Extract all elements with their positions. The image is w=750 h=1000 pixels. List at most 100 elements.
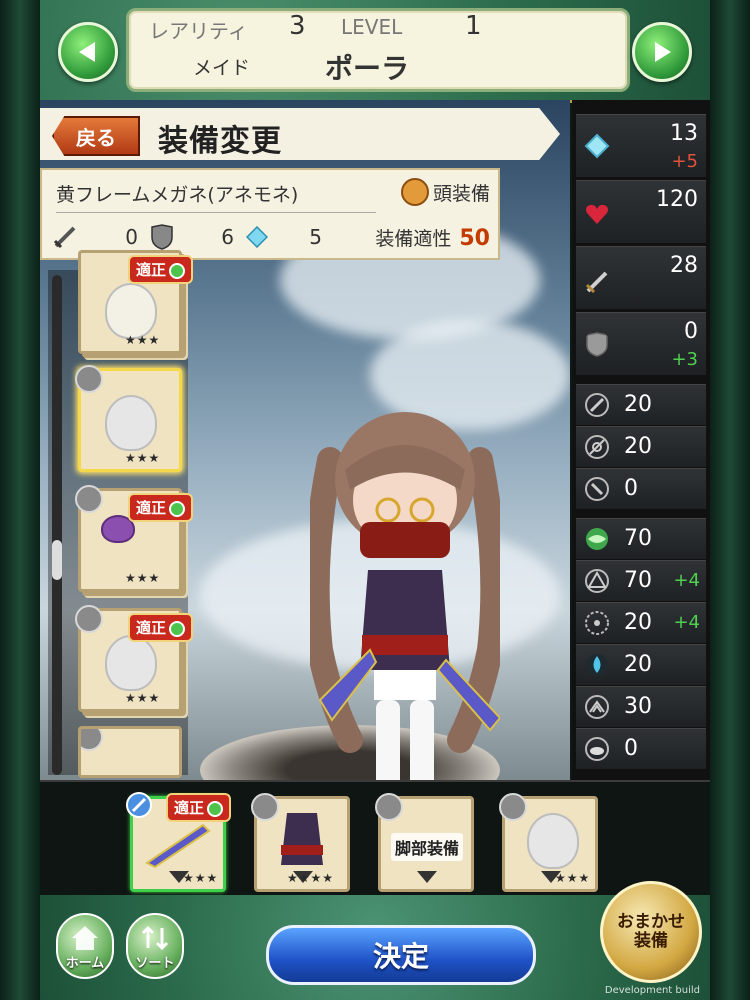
- equipped-slot-body[interactable]: ★★★★: [251, 793, 350, 892]
- heart-icon: [586, 204, 608, 224]
- stat-value: 20: [624, 652, 652, 677]
- decide-button[interactable]: 決定: [266, 925, 536, 985]
- sword-icon: [53, 226, 76, 249]
- slot-type-label: 頭装備: [432, 182, 490, 205]
- previous-character-button[interactable]: [58, 22, 118, 82]
- equipped-slots-bar: 適正 ★★★ ★★★★ 脚部装備 ★★★: [40, 780, 710, 897]
- stat-value: 0: [624, 476, 638, 501]
- home-icon: [72, 926, 98, 950]
- divider: [56, 212, 376, 213]
- equipment-detail-panel: 黄フレームメガネ(アネモネ) 頭装備 0 6 5 装備適性 50: [40, 168, 500, 260]
- title-bar: 戻る 装備変更: [40, 108, 560, 160]
- rarity-stars: ★★★: [183, 871, 219, 885]
- glasses-item-icon: [105, 395, 157, 451]
- right-frame: [710, 0, 750, 1000]
- defense-value: 6: [221, 225, 234, 249]
- slot-circle-icon: [375, 793, 403, 821]
- rarity-value: 3: [289, 11, 306, 41]
- light-element-icon: [585, 611, 609, 635]
- inventory-item[interactable]: 適正 ★★★: [75, 605, 193, 712]
- rarity-stars: ★★★: [125, 451, 161, 465]
- stat-value: 0: [684, 319, 698, 344]
- cap-item-icon: [105, 635, 157, 691]
- dark-element-icon: [585, 695, 609, 719]
- home-button[interactable]: ホーム: [56, 913, 114, 979]
- footer-bar: ホーム ソート 決定 おまかせ 装備 Development build: [40, 881, 710, 1000]
- inventory-scrollbar[interactable]: [52, 275, 62, 775]
- sort-button[interactable]: ソート: [126, 913, 184, 979]
- back-button[interactable]: 戻る: [52, 116, 140, 156]
- rarity-stars: ★★★: [125, 691, 161, 705]
- maid-outfit-item-icon: [281, 813, 323, 865]
- fit-value: 50: [459, 226, 490, 251]
- character-name: ポーラ: [325, 52, 410, 85]
- character-header: レアリティ 3 LEVEL 1 メイド ポーラ: [40, 0, 710, 103]
- stat-value: 120: [656, 187, 698, 212]
- head-slot-icon: [400, 178, 429, 206]
- stat-earth-element: 70 +4: [576, 560, 706, 601]
- equipment-stats: 0 6 5: [52, 224, 322, 250]
- fit-indicator-icon: [207, 800, 223, 817]
- stat-value: 20: [624, 434, 652, 459]
- equipped-slot-legs[interactable]: 脚部装備: [375, 793, 474, 892]
- equipped-slot-weapon[interactable]: 適正 ★★★: [126, 792, 231, 892]
- dagger-item-icon: [145, 823, 211, 869]
- stat-pierce-resist: 20: [576, 426, 706, 467]
- sort-icon: [141, 925, 169, 951]
- character-model: [310, 412, 500, 780]
- auto-equip-label-2: 装備: [634, 931, 668, 951]
- slot-circle-icon: [75, 485, 103, 513]
- fit-indicator-icon: [169, 620, 185, 637]
- stat-slash-resist: 20: [576, 384, 706, 425]
- inventory-item[interactable]: 適正 ★★★: [78, 250, 193, 354]
- home-label: ホーム: [65, 956, 105, 971]
- stat-dark-element: 30: [576, 686, 706, 727]
- stat-value: 70: [624, 526, 652, 551]
- character-info-plate: レアリティ 3 LEVEL 1 メイド ポーラ: [126, 8, 630, 92]
- earth-element-icon: [585, 569, 609, 593]
- next-character-button[interactable]: [632, 22, 692, 82]
- class-label: メイド: [193, 57, 251, 79]
- stat-blunt-resist: 0: [576, 468, 706, 509]
- inventory-item[interactable]: 適正 ★★★: [75, 485, 193, 592]
- slot-circle-icon: [75, 605, 103, 633]
- stat-value: 28: [670, 253, 698, 278]
- stat-hp: 120: [576, 180, 706, 243]
- inventory-item-selected[interactable]: ★★★: [75, 365, 182, 472]
- level-value: 1: [465, 11, 482, 41]
- helmet-item-icon: [105, 283, 157, 339]
- fit-badge: 適正: [165, 793, 231, 822]
- auto-equip-button[interactable]: おまかせ 装備: [600, 881, 702, 983]
- watermark: Development build: [604, 985, 700, 996]
- equipment-name: 黄フレームメガネ(アネモネ): [56, 184, 299, 206]
- stat-value: 70: [624, 568, 652, 593]
- fit-badge: 適正: [127, 493, 193, 522]
- sword-icon: [585, 271, 608, 294]
- crystal-icon: [246, 226, 268, 248]
- stat-delta: +4: [673, 612, 700, 633]
- pierce-resist-icon: [585, 435, 609, 459]
- rarity-stars: ★★★★: [287, 871, 335, 885]
- crystal-value: 5: [309, 225, 322, 249]
- rarity-label: レアリティ: [149, 19, 248, 43]
- level-label: LEVEL: [341, 15, 403, 39]
- left-frame: [0, 0, 40, 1000]
- arrow-right-icon: [655, 42, 671, 62]
- stat-cloud-element: 0: [576, 728, 706, 769]
- stat-value: 20: [624, 610, 652, 635]
- stat-light-element: 20 +4: [576, 602, 706, 643]
- rarity-stars: ★★★: [125, 333, 161, 347]
- equipment-slot-type: 頭装備: [400, 178, 490, 206]
- shield-icon: [151, 224, 173, 250]
- crystal-icon: [584, 133, 610, 159]
- weapon-type-icon: [126, 792, 152, 818]
- character-stats-panel: 13 +5 120 28 0 +3 20 20 0 70 70 +4 20 +4: [572, 100, 710, 780]
- fit-indicator-icon: [169, 262, 185, 279]
- inventory-item-partial[interactable]: [78, 726, 182, 778]
- equipped-slot-head[interactable]: ★★★: [499, 793, 598, 892]
- stat-delta: +5: [671, 151, 698, 172]
- inventory-scroll-thumb[interactable]: [52, 540, 62, 580]
- slot-circle-icon: [81, 729, 103, 751]
- fit-indicator-icon: [169, 500, 185, 517]
- cloud-element-icon: [585, 737, 609, 761]
